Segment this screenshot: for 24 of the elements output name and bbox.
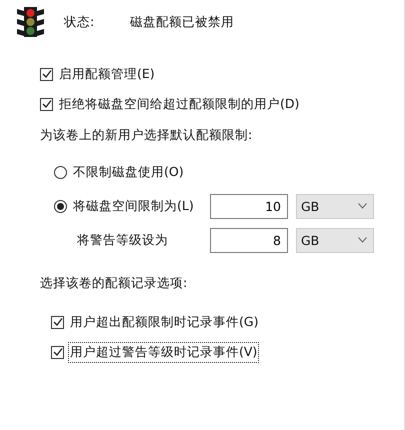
radio-label[interactable]: 不限制磁盘使用(O) [71, 162, 186, 182]
limit-input[interactable]: 10 [210, 194, 288, 218]
checkbox-label[interactable]: 用户超出配额限制时记录事件(G) [68, 312, 260, 332]
unit-dropdown[interactable]: GB [296, 194, 374, 218]
traffic-light-icon [17, 5, 44, 39]
status-value: 磁盘配额已被禁用 [130, 14, 234, 30]
warning-input[interactable]: 8 [210, 228, 288, 252]
radio-button[interactable] [54, 166, 67, 178]
checkbox-label[interactable]: 拒绝将磁盘空间给超过配额限制的用户(D) [57, 94, 302, 114]
checkbox[interactable] [51, 346, 64, 358]
checkbox[interactable] [40, 68, 53, 80]
section-heading: 选择该卷的配额记录选项: [39, 274, 188, 292]
checkbox[interactable] [40, 98, 53, 110]
checkbox[interactable] [51, 316, 64, 328]
warning-label: 将警告等级设为 [76, 230, 169, 248]
chevron-icon [358, 237, 367, 243]
checkbox-label[interactable]: 启用配额管理(E) [57, 64, 157, 84]
radio-button[interactable] [54, 200, 67, 212]
radio-label[interactable]: 将磁盘空间限制为(L) [71, 196, 196, 216]
status-label: 状态: [64, 14, 96, 30]
checkbox-label[interactable]: 用户超过警告等级时记录事件(V) [68, 342, 260, 362]
section-heading: 为该卷上的新用户选择默认配额限制: [39, 126, 254, 144]
chevron-icon [358, 203, 367, 209]
unit-dropdown[interactable]: GB [296, 228, 374, 252]
